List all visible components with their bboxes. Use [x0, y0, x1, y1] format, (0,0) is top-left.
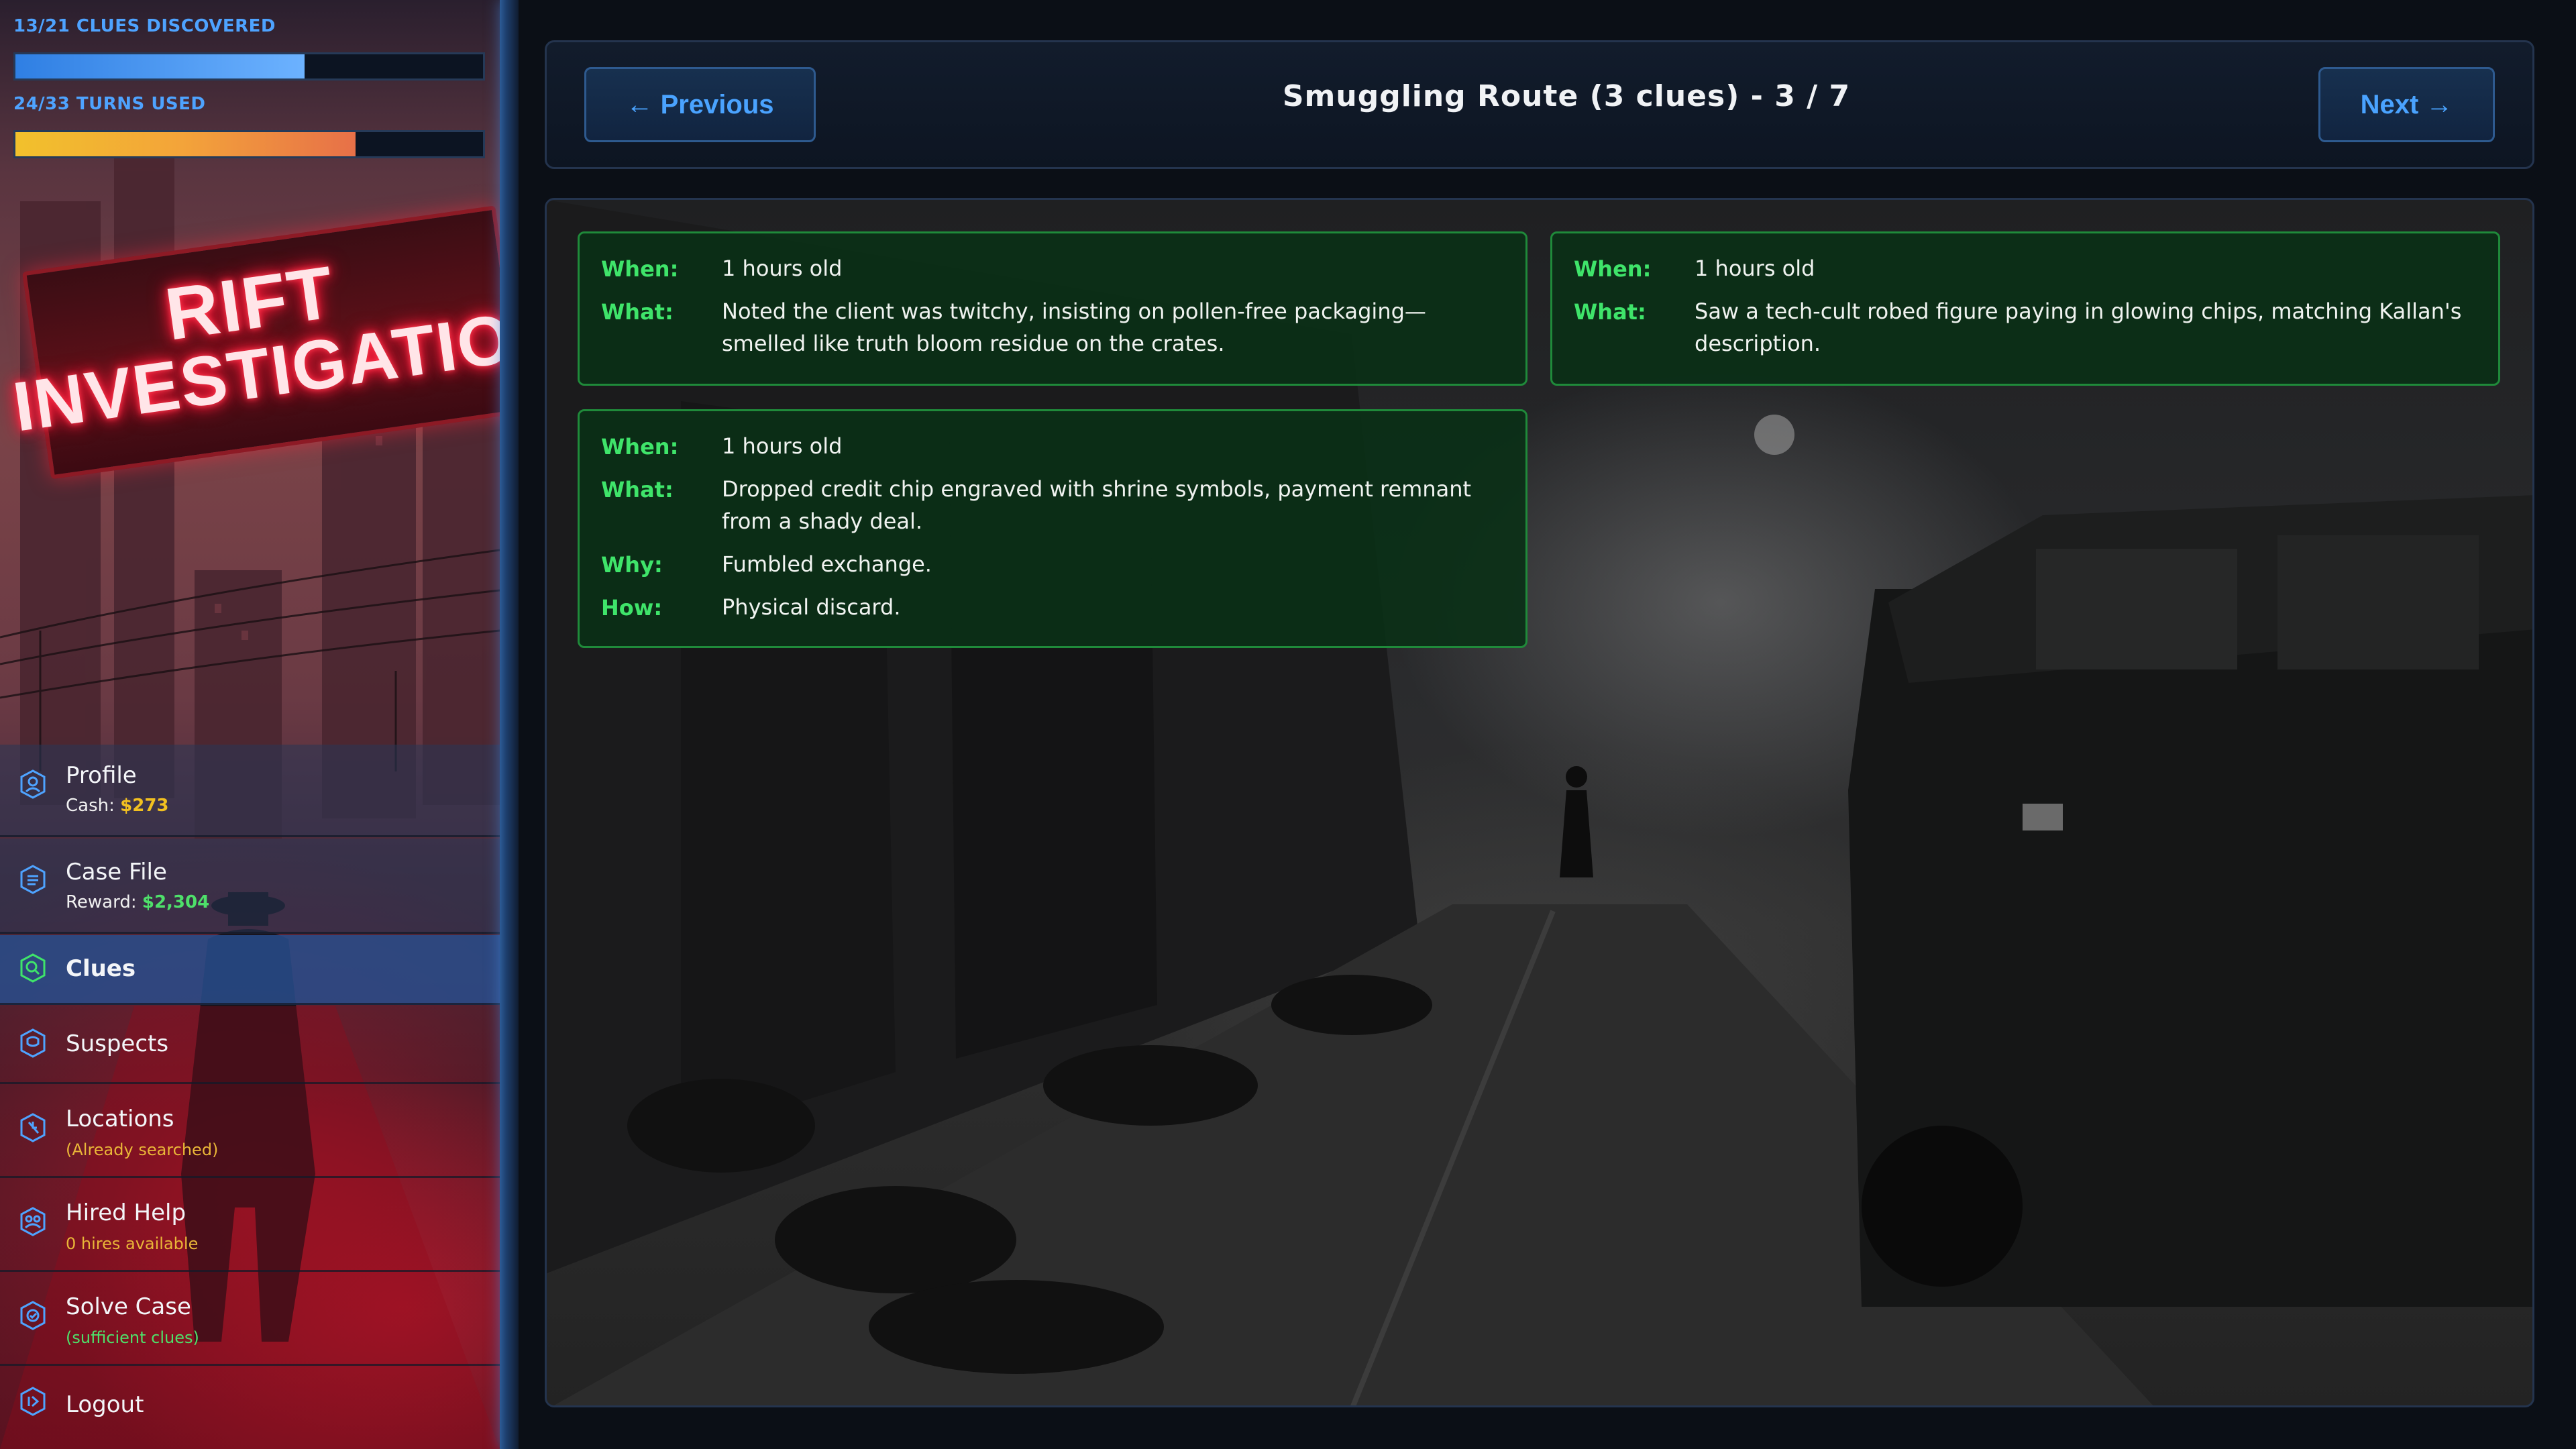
magnifier-icon: [20, 953, 46, 983]
user-icon: [20, 769, 46, 799]
reward-label: Reward:: [66, 892, 142, 912]
shield-check-icon: [20, 1301, 46, 1330]
reward-text: Reward: $2,304: [66, 892, 209, 912]
what-label: What:: [1574, 299, 1646, 325]
logout-icon: [20, 1387, 46, 1416]
locations-status: (Already searched): [66, 1140, 219, 1159]
clue-when: 1 hours old: [722, 256, 843, 281]
sidebar-item-label: Logout: [66, 1391, 144, 1418]
reward-value: $2,304: [142, 892, 210, 912]
clue-card[interactable]: When: 1 hours old What: Dropped credit c…: [578, 409, 1527, 648]
sidebar-item-logout[interactable]: Logout: [0, 1367, 500, 1442]
previous-button[interactable]: ← Previous: [584, 67, 816, 142]
clues-discovered-label: 13/21 CLUES DISCOVERED: [13, 16, 276, 36]
sidebar-item-case-file[interactable]: Case File Reward: $2,304: [0, 839, 500, 934]
next-button[interactable]: Next →: [2318, 67, 2495, 142]
sidebar-glow-divider: [500, 0, 519, 1449]
sidebar-item-locations[interactable]: Locations (Already searched): [0, 1085, 500, 1178]
clue-when: 1 hours old: [1695, 256, 1815, 281]
when-label: When:: [601, 256, 679, 282]
sidebar-item-label: Locations: [66, 1106, 174, 1132]
clue-card[interactable]: When: 1 hours old What: Noted the client…: [578, 231, 1527, 386]
turns-progress-fill: [15, 132, 356, 156]
sidebar-item-label: Hired Help: [66, 1199, 186, 1226]
helpers-icon: [20, 1207, 46, 1236]
suspect-icon: [20, 1028, 46, 1058]
sidebar-item-label: Case File: [66, 859, 167, 885]
clues-progress-fill: [15, 54, 305, 78]
cash-label: Cash:: [66, 796, 121, 816]
sidebar-item-solve-case[interactable]: Solve Case (sufficient clues): [0, 1273, 500, 1366]
sidebar-item-clues[interactable]: Clues: [0, 935, 500, 1005]
sidebar-item-hired-help[interactable]: Hired Help 0 hires available: [0, 1179, 500, 1272]
how-label: How:: [601, 595, 663, 621]
sidebar-item-label: Solve Case: [66, 1293, 191, 1320]
clue-why: Fumbled exchange.: [722, 551, 932, 577]
why-label: Why:: [601, 552, 663, 578]
turns-progress-bar: [13, 130, 485, 158]
hires-available: 0 hires available: [66, 1234, 199, 1253]
cash-value: $273: [120, 796, 169, 816]
what-label: What:: [601, 477, 674, 502]
when-label: When:: [601, 434, 679, 460]
clue-what: Saw a tech-cult robed figure paying in g…: [1695, 299, 2462, 356]
clue-group-title: Smuggling Route (3 clues) - 3 / 7: [1282, 79, 1851, 113]
solve-case-status: (sufficient clues): [66, 1328, 199, 1347]
compass-icon: [20, 1113, 46, 1142]
clue-what: Noted the client was twitchy, insisting …: [722, 299, 1426, 356]
clues-progress-bar: [13, 52, 485, 80]
clue-when: 1 hours old: [722, 433, 843, 459]
sidebar-item-label: Suspects: [66, 1030, 169, 1057]
clue-how: Physical discard.: [722, 594, 901, 620]
turns-used-label: 24/33 TURNS USED: [13, 94, 206, 114]
clue-card[interactable]: When: 1 hours old What: Saw a tech-cult …: [1550, 231, 2500, 386]
sidebar-item-label: Clues: [66, 955, 136, 982]
sidebar-item-suspects[interactable]: Suspects: [0, 1006, 500, 1084]
clue-what: Dropped credit chip engraved with shrine…: [722, 476, 1472, 534]
sidebar-item-label: Profile: [66, 762, 137, 789]
sidebar-item-profile[interactable]: Profile Cash: $273: [0, 745, 500, 837]
what-label: What:: [601, 299, 674, 325]
cash-text: Cash: $273: [66, 796, 169, 816]
sidebar: 13/21 CLUES DISCOVERED 24/33 TURNS USED …: [0, 0, 500, 1449]
document-icon: [20, 865, 46, 894]
when-label: When:: [1574, 256, 1652, 282]
